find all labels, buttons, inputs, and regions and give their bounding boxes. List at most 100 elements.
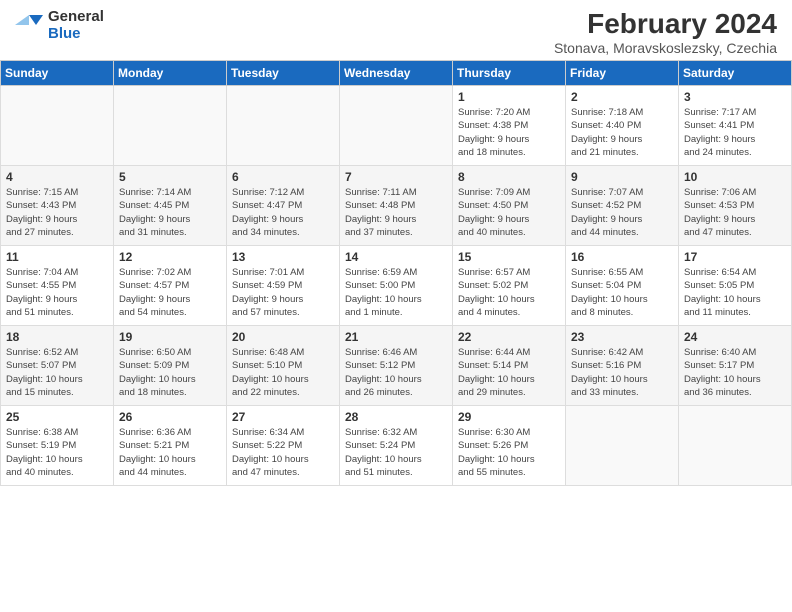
day-info: Sunrise: 7:02 AMSunset: 4:57 PMDaylight:…: [119, 266, 221, 319]
day-of-week-header: Saturday: [679, 61, 792, 86]
calendar-cell: 29 Sunrise: 6:30 AMSunset: 5:26 PMDayligh…: [453, 406, 566, 486]
calendar-cell: 18 Sunrise: 6:52 AMSunset: 5:07 PMDayligh…: [1, 326, 114, 406]
calendar-cell: 13Sunrise: 7:01 AMSunset: 4:59 PMDayligh…: [227, 246, 340, 326]
day-info: Sunrise: 6:44 AMSunset: 5:14 PMDaylight:…: [458, 346, 560, 399]
day-number: 12: [119, 250, 221, 264]
day-info: Sunrise: 7:12 AMSunset: 4:47 PMDaylight:…: [232, 186, 334, 239]
day-number: 11: [6, 250, 108, 264]
calendar-week-row: 4Sunrise: 7:15 AMSunset: 4:43 PMDaylight…: [1, 166, 792, 246]
day-info: Sunrise: 7:07 AMSunset: 4:52 PMDaylight:…: [571, 186, 673, 239]
day-number: 4: [6, 170, 108, 184]
calendar-cell: 21Sunrise: 6:46 AMSunset: 5:12 PMDayligh…: [340, 326, 453, 406]
day-number: 25: [6, 410, 108, 424]
day-info: Sunrise: 6:57 AMSunset: 5:02 PMDaylight:…: [458, 266, 560, 319]
calendar-cell: 24 Sunrise: 6:40 AMSunset: 5:17 PMDayligh…: [679, 326, 792, 406]
day-info: Sunrise: 6:48 AMSunset: 5:10 PMDaylight:…: [232, 346, 334, 399]
day-info: Sunrise: 7:09 AMSunset: 4:50 PMDaylight:…: [458, 186, 560, 239]
calendar-cell: 6 Sunrise: 7:12 AMSunset: 4:47 PMDaylight…: [227, 166, 340, 246]
calendar-cell: 28 Sunrise: 6:32 AMSunset: 5:24 PMDayligh…: [340, 406, 453, 486]
calendar-week-row: 1 Sunrise: 7:20 AMSunset: 4:38 PMDaylight…: [1, 86, 792, 166]
calendar-header-row: SundayMondayTuesdayWednesdayThursdayFrid…: [1, 61, 792, 86]
calendar-cell: 14Sunrise: 6:59 AMSunset: 5:00 PMDayligh…: [340, 246, 453, 326]
day-info: Sunrise: 6:55 AMSunset: 5:04 PMDaylight:…: [571, 266, 673, 319]
calendar-cell: 8Sunrise: 7:09 AMSunset: 4:50 PMDaylight…: [453, 166, 566, 246]
day-number: 3: [684, 90, 786, 104]
calendar-cell: 22 Sunrise: 6:44 AMSunset: 5:14 PMDayligh…: [453, 326, 566, 406]
calendar-cell: [1, 86, 114, 166]
day-info: Sunrise: 6:38 AMSunset: 5:19 PMDaylight:…: [6, 426, 108, 479]
calendar-cell: [566, 406, 679, 486]
day-info: Sunrise: 6:59 AMSunset: 5:00 PMDaylight:…: [345, 266, 447, 319]
day-number: 17: [684, 250, 786, 264]
day-of-week-header: Thursday: [453, 61, 566, 86]
day-number: 26: [119, 410, 221, 424]
calendar-cell: 4Sunrise: 7:15 AMSunset: 4:43 PMDaylight…: [1, 166, 114, 246]
calendar-cell: [340, 86, 453, 166]
day-number: 19: [119, 330, 221, 344]
day-info: Sunrise: 6:54 AMSunset: 5:05 PMDaylight:…: [684, 266, 786, 319]
calendar-cell: 15 Sunrise: 6:57 AMSunset: 5:02 PMDayligh…: [453, 246, 566, 326]
calendar-cell: 9 Sunrise: 7:07 AMSunset: 4:52 PMDaylight…: [566, 166, 679, 246]
logo-bird-icon: [15, 11, 43, 39]
calendar-week-row: 11Sunrise: 7:04 AMSunset: 4:55 PMDayligh…: [1, 246, 792, 326]
day-info: Sunrise: 7:20 AMSunset: 4:38 PMDaylight:…: [458, 106, 560, 159]
day-number: 5: [119, 170, 221, 184]
logo: General Blue: [15, 8, 104, 43]
day-info: Sunrise: 6:42 AMSunset: 5:16 PMDaylight:…: [571, 346, 673, 399]
page-header: General Blue February 2024 Stonava, Mora…: [0, 0, 792, 60]
calendar-cell: 19 Sunrise: 6:50 AMSunset: 5:09 PMDayligh…: [114, 326, 227, 406]
day-info: Sunrise: 6:36 AMSunset: 5:21 PMDaylight:…: [119, 426, 221, 479]
sub-title: Stonava, Moravskoslezsky, Czechia: [554, 40, 777, 56]
day-info: Sunrise: 7:11 AMSunset: 4:48 PMDaylight:…: [345, 186, 447, 239]
main-title: February 2024: [554, 8, 777, 40]
day-number: 28: [345, 410, 447, 424]
calendar-cell: 10Sunrise: 7:06 AMSunset: 4:53 PMDayligh…: [679, 166, 792, 246]
calendar-cell: [227, 86, 340, 166]
calendar-cell: [679, 406, 792, 486]
calendar-cell: [114, 86, 227, 166]
calendar-cell: 16 Sunrise: 6:55 AMSunset: 5:04 PMDayligh…: [566, 246, 679, 326]
calendar-cell: 26 Sunrise: 6:36 AMSunset: 5:21 PMDayligh…: [114, 406, 227, 486]
logo-text-blue: Blue: [48, 25, 104, 42]
day-info: Sunrise: 6:50 AMSunset: 5:09 PMDaylight:…: [119, 346, 221, 399]
day-of-week-header: Sunday: [1, 61, 114, 86]
day-number: 9: [571, 170, 673, 184]
day-info: Sunrise: 7:18 AMSunset: 4:40 PMDaylight:…: [571, 106, 673, 159]
day-number: 1: [458, 90, 560, 104]
day-number: 18: [6, 330, 108, 344]
title-block: February 2024 Stonava, Moravskoslezsky, …: [554, 8, 777, 56]
day-of-week-header: Friday: [566, 61, 679, 86]
day-number: 2: [571, 90, 673, 104]
calendar-cell: 20Sunrise: 6:48 AMSunset: 5:10 PMDayligh…: [227, 326, 340, 406]
day-number: 15: [458, 250, 560, 264]
day-info: Sunrise: 6:52 AMSunset: 5:07 PMDaylight:…: [6, 346, 108, 399]
calendar-cell: 23 Sunrise: 6:42 AMSunset: 5:16 PMDayligh…: [566, 326, 679, 406]
calendar-cell: 12 Sunrise: 7:02 AMSunset: 4:57 PMDayligh…: [114, 246, 227, 326]
calendar-cell: 2 Sunrise: 7:18 AMSunset: 4:40 PMDaylight…: [566, 86, 679, 166]
calendar-cell: 25 Sunrise: 6:38 AMSunset: 5:19 PMDayligh…: [1, 406, 114, 486]
day-of-week-header: Tuesday: [227, 61, 340, 86]
day-info: Sunrise: 6:30 AMSunset: 5:26 PMDaylight:…: [458, 426, 560, 479]
calendar-week-row: 18 Sunrise: 6:52 AMSunset: 5:07 PMDayligh…: [1, 326, 792, 406]
day-number: 29: [458, 410, 560, 424]
calendar-cell: 5 Sunrise: 7:14 AMSunset: 4:45 PMDaylight…: [114, 166, 227, 246]
calendar-cell: 7 Sunrise: 7:11 AMSunset: 4:48 PMDaylight…: [340, 166, 453, 246]
day-info: Sunrise: 7:17 AMSunset: 4:41 PMDaylight:…: [684, 106, 786, 159]
day-number: 24: [684, 330, 786, 344]
day-number: 27: [232, 410, 334, 424]
day-info: Sunrise: 6:32 AMSunset: 5:24 PMDaylight:…: [345, 426, 447, 479]
day-info: Sunrise: 7:06 AMSunset: 4:53 PMDaylight:…: [684, 186, 786, 239]
day-of-week-header: Wednesday: [340, 61, 453, 86]
day-number: 23: [571, 330, 673, 344]
day-number: 6: [232, 170, 334, 184]
day-number: 22: [458, 330, 560, 344]
day-of-week-header: Monday: [114, 61, 227, 86]
calendar-cell: 27Sunrise: 6:34 AMSunset: 5:22 PMDayligh…: [227, 406, 340, 486]
day-number: 7: [345, 170, 447, 184]
day-info: Sunrise: 7:14 AMSunset: 4:45 PMDaylight:…: [119, 186, 221, 239]
day-info: Sunrise: 6:40 AMSunset: 5:17 PMDaylight:…: [684, 346, 786, 399]
day-info: Sunrise: 6:46 AMSunset: 5:12 PMDaylight:…: [345, 346, 447, 399]
day-number: 16: [571, 250, 673, 264]
calendar-cell: 17 Sunrise: 6:54 AMSunset: 5:05 PMDayligh…: [679, 246, 792, 326]
calendar-table: SundayMondayTuesdayWednesdayThursdayFrid…: [0, 60, 792, 486]
